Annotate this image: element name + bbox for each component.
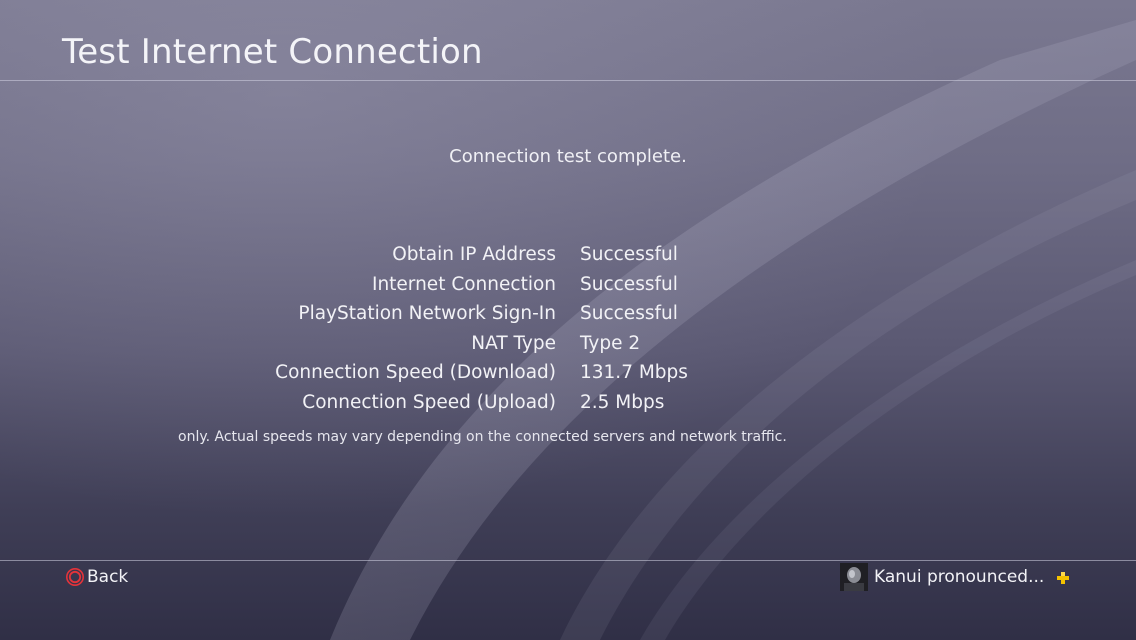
result-label: Connection Speed (Upload) <box>302 391 556 413</box>
result-value: Type 2 <box>580 332 641 354</box>
user-notification[interactable]: Kanui pronounced... <box>840 563 1070 591</box>
result-value: Successful <box>580 273 678 295</box>
back-label: Back <box>87 567 129 587</box>
result-label: Internet Connection <box>371 273 556 295</box>
result-value: 131.7 Mbps <box>580 362 688 384</box>
result-row-upload: Connection Speed (Upload) 2.5 Mbps <box>0 392 1136 422</box>
avatar <box>840 563 868 591</box>
footer-divider <box>0 560 1136 561</box>
back-button[interactable]: Back <box>66 566 128 588</box>
result-value: Successful <box>580 303 678 325</box>
header-divider <box>0 80 1136 81</box>
result-row-nat: NAT Type Type 2 <box>0 333 1136 363</box>
playstation-plus-icon <box>1056 570 1070 584</box>
result-row-psn: PlayStation Network Sign-In Successful <box>0 303 1136 333</box>
speed-disclaimer: only. Actual speeds may vary depending o… <box>178 429 787 445</box>
result-label: Connection Speed (Download) <box>275 362 556 384</box>
test-status-text: Connection test complete. <box>449 146 687 167</box>
result-value: 2.5 Mbps <box>580 391 665 413</box>
result-label: PlayStation Network Sign-In <box>298 303 556 325</box>
results-list: Obtain IP Address Successful Internet Co… <box>0 244 1136 422</box>
result-value: Successful <box>580 244 678 265</box>
circle-button-icon <box>66 568 84 586</box>
result-label: NAT Type <box>471 332 556 354</box>
user-status-label: Kanui pronounced... <box>874 567 1045 587</box>
result-row-download: Connection Speed (Download) 131.7 Mbps <box>0 362 1136 392</box>
page-title: Test Internet Connection <box>62 32 483 72</box>
result-label: Obtain IP Address <box>392 244 556 265</box>
result-row-ip: Obtain IP Address Successful <box>0 244 1136 274</box>
result-row-internet: Internet Connection Successful <box>0 274 1136 304</box>
